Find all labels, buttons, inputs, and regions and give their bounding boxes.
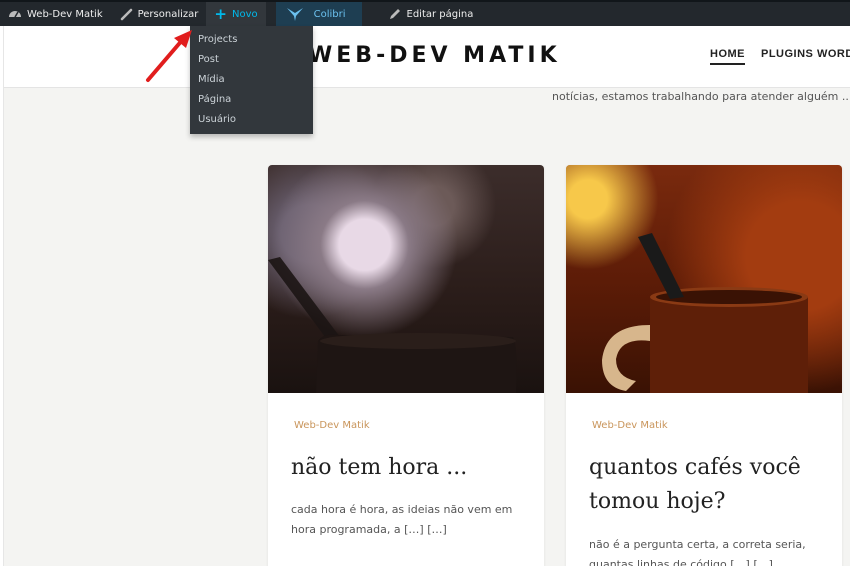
colibri-icon — [286, 7, 304, 21]
admin-bar-customize[interactable]: Personalizar — [111, 2, 207, 26]
nav-item-plugins[interactable]: PLUGINS WORDP — [761, 48, 850, 65]
post-card: Web-Dev Matik quantos cafés você tomou h… — [566, 165, 842, 566]
post-excerpt: cada hora é hora, as ideias não vem em h… — [291, 503, 513, 536]
menu-item-page[interactable]: Página — [190, 92, 313, 112]
admin-bar: Web-Dev Matik Personalizar + Novo Colibr… — [0, 0, 850, 26]
site-title[interactable]: WEB-DEV MATIK — [308, 43, 561, 68]
admin-bar-customize-label: Personalizar — [137, 8, 199, 20]
post-category[interactable]: Web-Dev Matik — [294, 420, 370, 431]
site-header: WEB-DEV MATIK HOME PLUGINS WORDP — [4, 26, 850, 88]
admin-bar-colibri-label: Colibri — [313, 8, 346, 20]
post-excerpt: não é a pergunta certa, a correta seria,… — [589, 538, 806, 566]
menu-item-projects[interactable]: Projects — [190, 32, 313, 52]
post-title[interactable]: não tem hora ... — [291, 451, 531, 485]
admin-bar-new[interactable]: + Novo — [206, 2, 266, 26]
plus-icon: + — [214, 4, 227, 23]
brush-icon — [119, 7, 133, 21]
menu-item-media[interactable]: Mídia — [190, 72, 313, 92]
post-title[interactable]: quantos cafés você tomou hoje? — [589, 451, 829, 519]
admin-bar-edit-page-label: Editar página — [406, 8, 474, 20]
site-subtitle: notícias, estamos trabalhando para atend… — [552, 90, 850, 103]
admin-bar-site[interactable]: Web-Dev Matik — [0, 2, 111, 26]
dashboard-icon — [8, 7, 22, 21]
admin-bar-site-label: Web-Dev Matik — [27, 8, 103, 20]
post-category[interactable]: Web-Dev Matik — [592, 420, 668, 431]
pencil-icon — [388, 7, 402, 21]
menu-item-post[interactable]: Post — [190, 52, 313, 72]
post-card: Web-Dev Matik não tem hora ... cada hora… — [268, 165, 544, 566]
admin-bar-edit-page[interactable]: Editar página — [380, 2, 482, 26]
post-image[interactable] — [268, 165, 544, 393]
annotation-arrow-icon — [146, 30, 192, 82]
admin-bar-new-label: Novo — [231, 8, 258, 20]
nav-item-home[interactable]: HOME — [710, 48, 745, 65]
new-content-menu: Projects Post Mídia Página Usuário — [190, 26, 313, 134]
post-image[interactable] — [566, 165, 842, 393]
main-nav: HOME PLUGINS WORDP — [710, 48, 850, 65]
left-gutter — [0, 26, 4, 566]
admin-bar-colibri[interactable]: Colibri — [275, 2, 362, 26]
menu-item-user[interactable]: Usuário — [190, 112, 313, 132]
